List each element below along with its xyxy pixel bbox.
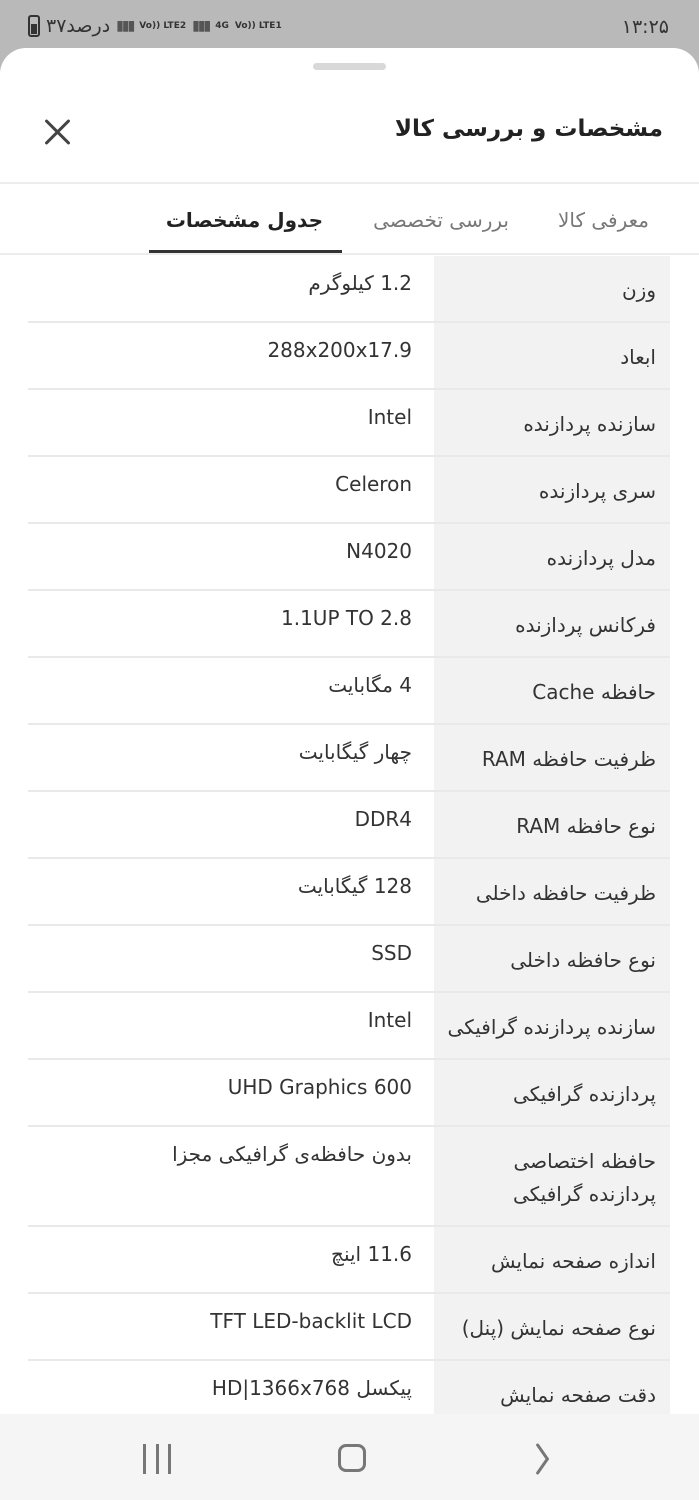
spec-key: مدل پردازنده [434,524,670,589]
table-row: مدل پردازنده N4020 [28,524,670,591]
spec-value: 4 مگابایت [328,673,412,697]
spec-key: نوع حافظه RAM [434,792,670,857]
spec-key: سری پردازنده [434,457,670,522]
spec-key: دقت صفحه نمایش [434,1361,670,1414]
recent-apps-icon[interactable] [143,1444,171,1474]
table-row: فرکانس پردازنده 1.1UP TO 2.8 [28,591,670,658]
spec-key: سازنده پردازنده [434,390,670,455]
drag-handle[interactable] [313,63,386,70]
tab-expert-review[interactable]: بررسی تخصصی [373,208,509,232]
table-row: ظرفیت حافظه RAM چهار گیگابایت [28,725,670,792]
table-row: اندازه صفحه نمایش 11.6 اینچ [28,1227,670,1294]
network-type: 4G [215,20,229,31]
spec-value: 1.2 کیلوگرم [308,271,412,295]
spec-key: فرکانس پردازنده [434,591,670,656]
table-row: نوع حافظه داخلی SSD [28,926,670,993]
spec-value: UHD Graphics 600 [227,1075,412,1099]
spec-key: سازنده پردازنده گرافیکی [434,993,670,1058]
system-nav-bar [0,1414,699,1500]
tab-product-intro[interactable]: معرفی کالا [558,208,649,232]
close-icon[interactable] [42,116,74,148]
spec-value: پیکسل HD|1366x768 [211,1376,412,1400]
spec-value: N4020 [346,539,412,563]
spec-value: Intel [367,1008,412,1032]
spec-value: SSD [371,941,412,965]
table-row: حافظه Cache 4 مگابایت [28,658,670,725]
spec-value: DDR4 [354,807,412,831]
status-bar: ۳۷درصد ▮▮▮ Vo)) LTE2 ▮▮▮ 4G Vo)) LTE1 ۱۳… [0,0,699,52]
signal-icon: ▮▮▮ [192,18,211,34]
tab-bar: معرفی کالا بررسی تخصصی جدول مشخصات [0,184,699,254]
status-indicators: ۳۷درصد ▮▮▮ Vo)) LTE2 ▮▮▮ 4G Vo)) LTE1 [28,15,282,37]
spec-value: Celeron [335,472,412,496]
spec-key: حافظه اختصاصی پردازنده گرافیکی [434,1127,670,1225]
sim1-label: Vo)) LTE1 [234,20,282,31]
spec-key: نوع صفحه نمایش (پنل) [434,1294,670,1359]
spec-key: نوع حافظه داخلی [434,926,670,991]
spec-value: بدون حافظه‌ی گرافیکی مجزا [172,1142,412,1166]
spec-value: چهار گیگابایت [298,740,412,764]
spec-key: ظرفیت حافظه داخلی [434,859,670,924]
spec-value: Intel [367,405,412,429]
table-row: نوع حافظه RAM DDR4 [28,792,670,859]
table-row: سری پردازنده Celeron [28,457,670,524]
spec-value: 288x200x17.9 [267,338,412,362]
table-row: وزن 1.2 کیلوگرم [28,256,670,323]
divider [0,253,699,255]
battery-level: ۳۷درصد [46,15,111,37]
spec-key: پردازنده گرافیکی [434,1060,670,1125]
table-row: نوع صفحه نمایش (پنل) TFT LED-backlit LCD [28,1294,670,1361]
sim2-label: Vo)) LTE2 [139,20,187,31]
table-row: ابعاد 288x200x17.9 [28,323,670,390]
bottom-sheet: مشخصات و بررسی کالا معرفی کالا بررسی تخص… [0,48,699,1414]
table-row: سازنده پردازنده گرافیکی Intel [28,993,670,1060]
back-icon[interactable] [537,1444,557,1474]
battery-icon [28,15,40,37]
table-row: دقت صفحه نمایش پیکسل HD|1366x768 [28,1361,670,1414]
spec-table: وزن 1.2 کیلوگرم ابعاد 288x200x17.9 سازنده پر… [28,256,670,1414]
spec-key: حافظه Cache [434,658,670,723]
spec-value: 11.6 اینچ [331,1242,412,1266]
spec-value: TFT LED-backlit LCD [210,1309,412,1333]
spec-value: 128 گیگابایت [297,874,412,898]
table-row: حافظه اختصاصی پردازنده گرافیکی بدون حافظه… [28,1127,670,1227]
spec-key: اندازه صفحه نمایش [434,1227,670,1292]
spec-key: ابعاد [434,323,670,388]
status-time: ۱۳:۲۵ [621,16,669,38]
signal-icon: ▮▮▮ [116,18,135,34]
spec-key: ظرفیت حافظه RAM [434,725,670,790]
spec-key: وزن [434,256,670,321]
home-icon[interactable] [338,1444,366,1472]
tab-specifications[interactable]: جدول مشخصات [166,208,323,232]
table-row: ظرفیت حافظه داخلی 128 گیگابایت [28,859,670,926]
table-row: پردازنده گرافیکی UHD Graphics 600 [28,1060,670,1127]
spec-value: 1.1UP TO 2.8 [281,606,412,630]
page-title: مشخصات و بررسی کالا [394,116,663,142]
table-row: سازنده پردازنده Intel [28,390,670,457]
